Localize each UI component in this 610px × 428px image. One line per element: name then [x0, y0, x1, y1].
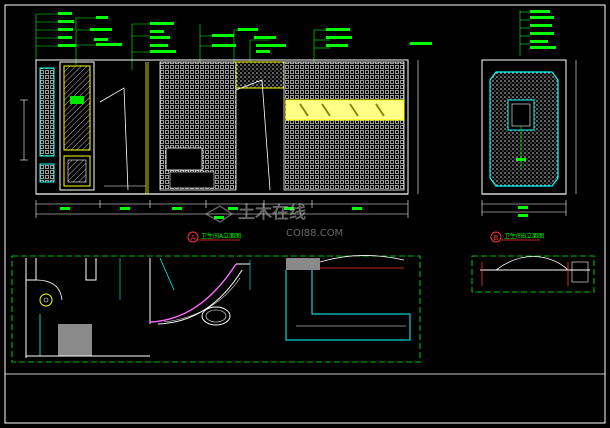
plan-view-a: [11, 255, 421, 363]
basin-counter: [165, 147, 203, 171]
grey-block: [58, 324, 92, 356]
drawing-svg: A 卫生间A立面图 B 卫生间B立面图 土木在线 COI88.COM: [4, 4, 606, 424]
floor-drain: [39, 293, 53, 307]
cad-drawing: A 卫生间A立面图 B 卫生间B立面图 土木在线 COI88.COM: [0, 0, 610, 428]
watermark-title: 土木在线: [238, 202, 306, 223]
tiled-wall-left: [159, 61, 237, 191]
marker-letter-b: B: [494, 234, 499, 242]
watermark-site: COI88.COM: [286, 228, 343, 239]
decor-panel: [235, 61, 285, 89]
mirror-panel: [63, 65, 91, 151]
elevation-a: A 卫生间A立面图: [20, 12, 432, 243]
grey-counter: [286, 258, 320, 270]
niche-strip: [39, 67, 55, 157]
counter-outline: [285, 270, 411, 341]
tiled-wall-right: [283, 61, 405, 191]
caption-b: 卫生间B立面图: [504, 232, 544, 240]
shower-outline: [99, 87, 129, 191]
annotation-text-a: [58, 12, 432, 53]
plan-view-b: [471, 255, 595, 293]
elevation-b: B 卫生间B立面图: [481, 10, 577, 243]
shower-curve: [149, 263, 237, 323]
marker-letter-a: A: [191, 234, 196, 242]
caption-a: 卫生间A立面图: [201, 232, 241, 240]
